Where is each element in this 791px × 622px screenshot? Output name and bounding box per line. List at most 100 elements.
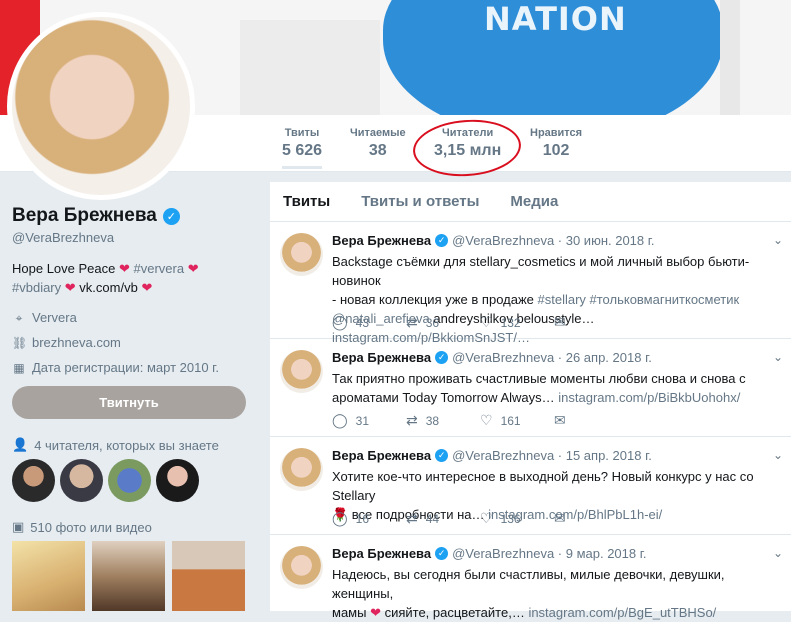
location-icon: ⌖	[15, 311, 23, 325]
tweet-header: Вера Брежнева ✓ @VeraBrezhneva · 30 июн.…	[332, 233, 655, 248]
retweet-icon: ⇄	[406, 314, 418, 330]
reply-button[interactable]: ◯ 43	[332, 314, 406, 331]
tweet-text: Так приятно проживать счастливые моменты…	[332, 369, 780, 407]
tab-tweets-replies[interactable]: Твиты и ответы	[361, 193, 479, 210]
tweet-meta: @VeraBrezhneva · 30 июн. 2018 г.	[452, 233, 655, 248]
tweet-actions: ◯ 16 ⇄ 44 ♡ 136 ✉	[332, 510, 628, 527]
profile-handle[interactable]: @VeraBrezhneva	[12, 230, 252, 245]
profile-name[interactable]: Вера Брежнева ✓	[12, 205, 252, 227]
bio-hashtag[interactable]: #vbdiary	[12, 280, 61, 295]
profile-avatar[interactable]	[7, 12, 195, 200]
envelope-icon: ✉	[554, 314, 566, 330]
tweet[interactable]: Вера Брежнева ✓ @VeraBrezhneva · 26 апр.…	[270, 339, 791, 437]
photo-thumbnail[interactable]	[12, 541, 85, 611]
chevron-down-icon[interactable]: ⌄	[773, 233, 783, 247]
heart-icon: ❤	[118, 261, 130, 276]
chevron-down-icon[interactable]: ⌄	[773, 350, 783, 364]
banner-gray-block	[240, 20, 380, 115]
people-icon: 👤	[12, 437, 29, 452]
tweet-timeline: Твиты Твиты и ответы Медиа Вера Брежнева…	[270, 182, 791, 620]
chevron-down-icon[interactable]: ⌄	[773, 448, 783, 462]
tab-media[interactable]: Медиа	[510, 193, 558, 210]
message-button[interactable]: ✉	[554, 510, 628, 527]
reply-button[interactable]: ◯ 16	[332, 510, 406, 527]
tweet-text-line: ароматами Today Tomorrow Always…	[332, 390, 559, 405]
message-button[interactable]: ✉	[554, 314, 628, 331]
heart-outline-icon: ♡	[480, 314, 493, 330]
tweet-text: Надеюсь, вы сегодня были счастливы, милы…	[332, 565, 780, 622]
follower-avatar[interactable]	[12, 459, 55, 502]
photo-thumbnail[interactable]	[172, 541, 245, 611]
tweet[interactable]: Вера Брежнева ✓ @VeraBrezhneva · 15 апр.…	[270, 437, 791, 535]
tweet-text-line: - новая коллекция уже в продаже	[332, 292, 538, 307]
tweet-link[interactable]: instagram.com/p/BgE_utTBHSo/	[528, 605, 716, 620]
reply-icon: ◯	[332, 412, 348, 428]
stat-label: Нравится	[530, 127, 583, 139]
retweet-count: 38	[425, 413, 440, 428]
profile-meta: ⌖ Ververa ⛓ brezhneva.com ▦ Дата регистраци…	[12, 308, 252, 378]
stat-value: 102	[542, 142, 570, 159]
bio-link[interactable]: vk.com/vb	[79, 280, 138, 295]
like-count: 136	[500, 511, 521, 526]
tweet-author[interactable]: Вера Брежнева	[332, 546, 431, 561]
profile-website[interactable]: brezhneva.com	[32, 333, 121, 353]
stat-likes[interactable]: Нравится 102	[530, 127, 582, 160]
tweet[interactable]: Вера Брежнева ✓ @VeraBrezhneva · 30 июн.…	[270, 222, 791, 345]
message-button[interactable]: ✉	[554, 412, 628, 429]
like-button[interactable]: ♡ 136	[480, 510, 554, 527]
reply-count: 31	[355, 413, 370, 428]
tweet[interactable]: Вера Брежнева ✓ @VeraBrezhneva · 9 мар. …	[270, 535, 791, 620]
stat-following[interactable]: Читаемые 38	[350, 127, 406, 160]
chevron-down-icon[interactable]: ⌄	[773, 546, 783, 560]
tweet-header: Вера Брежнева ✓ @VeraBrezhneva · 15 апр.…	[332, 448, 652, 463]
profile-name-text: Вера Брежнева	[12, 205, 157, 226]
tweet-button[interactable]: Твитнуть	[12, 386, 246, 419]
stat-label: Читаемые	[350, 127, 406, 139]
envelope-icon: ✉	[554, 510, 566, 526]
reply-button[interactable]: ◯ 31	[332, 412, 406, 429]
tweet-text-line: мамы	[332, 605, 371, 620]
stat-tweets[interactable]: Твиты 5 626	[282, 127, 323, 169]
like-button[interactable]: ♡ 132	[480, 314, 554, 331]
tab-tweets[interactable]: Твиты	[283, 193, 330, 210]
tweet-hashtags[interactable]: #stellary #тольковмагниткосметик	[538, 292, 740, 307]
heart-outline-icon: ♡	[480, 412, 493, 428]
follower-avatar[interactable]	[156, 459, 199, 502]
tweet-meta: @VeraBrezhneva · 9 мар. 2018 г.	[452, 546, 647, 561]
like-count: 132	[500, 315, 521, 330]
photo-thumbnail[interactable]	[92, 541, 165, 611]
tweet-author[interactable]: Вера Брежнева	[332, 350, 431, 365]
tweet-avatar[interactable]	[280, 350, 323, 393]
reply-count: 43	[355, 315, 370, 330]
tweet-avatar[interactable]	[280, 233, 323, 276]
tweet-actions: ◯ 31 ⇄ 38 ♡ 161 ✉	[332, 412, 628, 429]
tweet-author[interactable]: Вера Брежнева	[332, 233, 431, 248]
retweet-icon: ⇄	[406, 412, 418, 428]
stat-label: Твиты	[284, 127, 320, 139]
follower-avatar[interactable]	[108, 459, 151, 502]
tweet-avatar[interactable]	[280, 546, 323, 589]
banner-stripe	[720, 0, 740, 115]
tweet-header: Вера Брежнева ✓ @VeraBrezhneva · 9 мар. …	[332, 546, 647, 561]
follower-avatar[interactable]	[60, 459, 103, 502]
like-button[interactable]: ♡ 161	[480, 412, 554, 429]
tweet-avatar[interactable]	[280, 448, 323, 491]
bio-hashtag[interactable]: #ververa	[134, 261, 185, 276]
known-followers[interactable]: 👤 4 читателя, которых вы знаете	[12, 437, 219, 453]
heart-icon: ❤	[141, 280, 153, 295]
photos-videos[interactable]: ▣ 510 фото или видео	[12, 519, 152, 535]
tweet-actions: ◯ 43 ⇄ 36 ♡ 132 ✉	[332, 314, 628, 331]
profile-card: Вера Брежнева ✓ @VeraBrezhneva Hope Love…	[12, 205, 252, 383]
link-icon: ⛓	[12, 336, 28, 350]
heart-icon: ❤	[64, 280, 76, 295]
retweet-button[interactable]: ⇄ 44	[406, 510, 480, 527]
verified-badge-icon: ✓	[435, 547, 449, 560]
retweet-button[interactable]: ⇄ 38	[406, 412, 480, 429]
bio-text: Hope Love Peace	[12, 261, 116, 276]
retweet-button[interactable]: ⇄ 36	[406, 314, 480, 331]
heart-outline-icon: ♡	[480, 510, 493, 526]
tweet-author[interactable]: Вера Брежнева	[332, 448, 431, 463]
tweet-text-line: Backstage съёмки для stellary_cosmetics …	[332, 254, 750, 288]
tweet-link[interactable]: instagram.com/p/BiBkbUohohx/	[558, 390, 740, 405]
envelope-icon: ✉	[554, 412, 566, 428]
